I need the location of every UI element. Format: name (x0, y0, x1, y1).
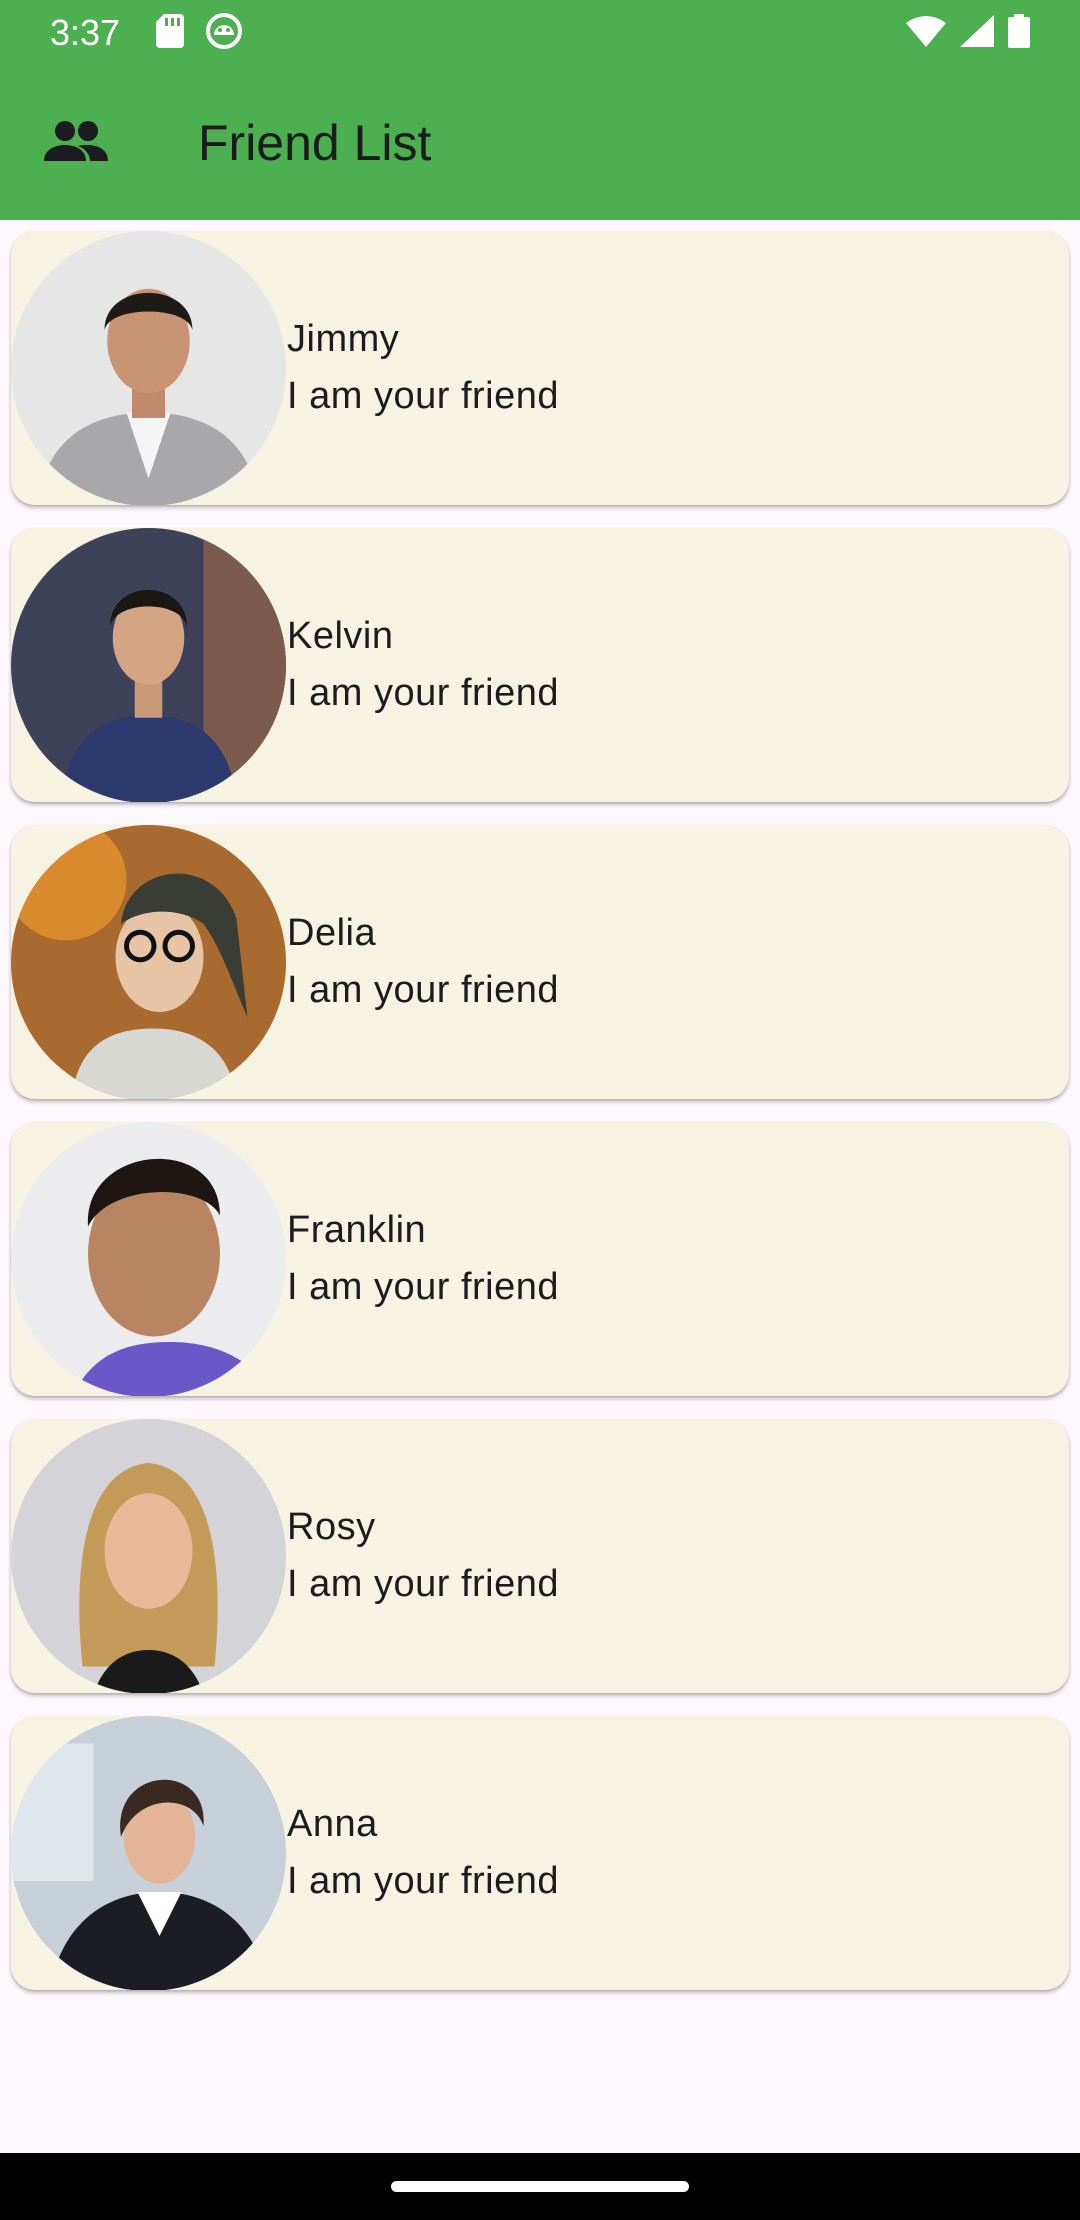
battery-icon (1008, 13, 1030, 53)
avatar (11, 528, 286, 802)
friend-name: Kelvin (287, 615, 394, 657)
friend-subtitle: I am your friend (287, 672, 559, 714)
people-icon (44, 119, 108, 167)
friend-card[interactable]: Jimmy I am your friend (11, 231, 1069, 505)
navigation-bar (0, 2153, 1080, 2220)
friend-subtitle: I am your friend (287, 1860, 559, 1902)
avatar (11, 231, 286, 505)
avatar (11, 1122, 286, 1396)
friend-subtitle: I am your friend (287, 375, 559, 417)
friend-name: Delia (287, 912, 377, 954)
friend-subtitle: I am your friend (287, 969, 559, 1011)
avatar (11, 1419, 286, 1693)
friend-name: Franklin (287, 1209, 427, 1251)
status-bar: 3:37 (0, 0, 1080, 66)
wifi-icon (906, 15, 946, 52)
friend-card[interactable]: Franklin I am your friend (11, 1122, 1069, 1396)
app-bar: Friend List (0, 66, 1080, 220)
avatar (11, 825, 286, 1099)
home-indicator[interactable] (391, 2181, 689, 2192)
friend-name: Rosy (287, 1506, 376, 1548)
friend-card[interactable]: Rosy I am your friend (11, 1419, 1069, 1693)
friend-card[interactable]: Kelvin I am your friend (11, 528, 1069, 802)
friend-subtitle: I am your friend (287, 1266, 559, 1308)
friend-card[interactable]: Anna I am your friend (11, 1716, 1069, 1990)
signal-icon (960, 14, 994, 52)
friend-name: Anna (287, 1803, 378, 1845)
friend-name: Jimmy (287, 318, 400, 360)
friend-card[interactable]: Delia I am your friend (11, 825, 1069, 1099)
sd-card-icon (156, 13, 185, 53)
avatar (11, 1716, 286, 1990)
status-time: 3:37 (50, 12, 121, 53)
friend-subtitle: I am your friend (287, 1563, 559, 1605)
android-debug-icon (206, 12, 243, 54)
page-title: Friend List (198, 115, 432, 171)
